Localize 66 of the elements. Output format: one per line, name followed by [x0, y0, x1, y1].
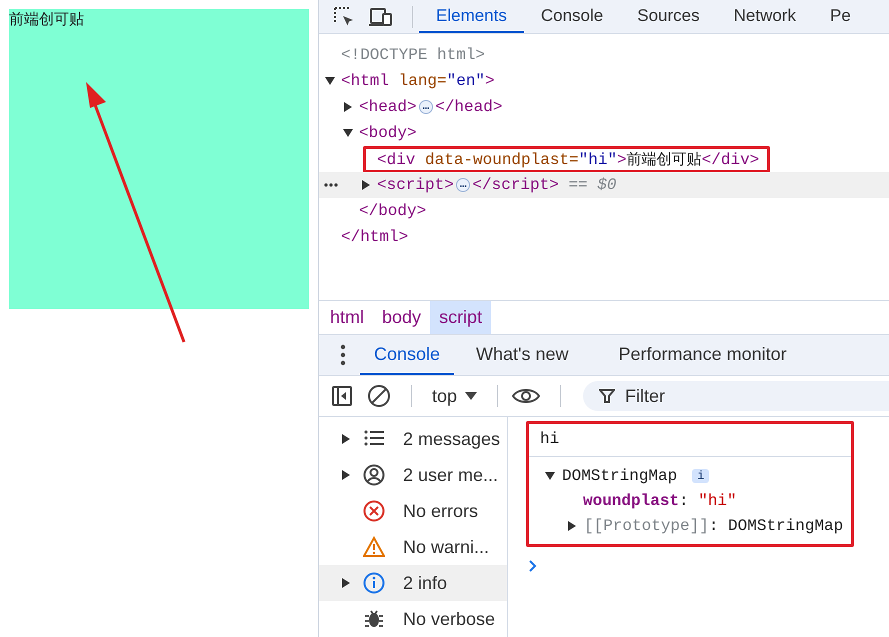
more-menu-icon[interactable]: [340, 344, 346, 366]
page-text: 前端创可贴: [9, 9, 84, 29]
sidebar-item[interactable]: 2 user me...: [319, 457, 507, 493]
more-dots-icon: [324, 183, 338, 187]
sidebar-label: No verbose: [403, 608, 496, 630]
devtools-tab[interactable]: Pe: [812, 0, 868, 33]
sidebar-item[interactable]: No verbose: [319, 601, 507, 637]
log-message: hi: [540, 430, 560, 448]
sidebar-item[interactable]: 2 messages: [319, 421, 507, 457]
code-text: </script> == $0: [472, 176, 616, 194]
info-icon: [363, 572, 385, 594]
error-icon: [363, 500, 385, 522]
ellipsis-button[interactable]: …: [418, 100, 434, 114]
code-text: <!DOCTYPE html>: [341, 46, 486, 64]
ellipsis-button[interactable]: …: [456, 178, 470, 192]
sidebar-label: 2 messages: [403, 428, 500, 450]
code-text: <div data-woundplast="hi">前端创可贴</div>: [377, 150, 760, 168]
filter-input[interactable]: Filter: [625, 386, 746, 406]
breadcrumb[interactable]: script: [430, 301, 492, 334]
breadcrumb[interactable]: body: [373, 301, 430, 334]
code-text: <head>: [359, 98, 417, 116]
user-icon: [363, 464, 385, 486]
sidebar-item[interactable]: 2 info: [319, 565, 507, 601]
eye-icon[interactable]: [512, 387, 540, 405]
collapsed-arrow-icon[interactable]: [341, 470, 351, 480]
warning-icon: [363, 536, 385, 558]
sidebar-item[interactable]: No errors: [319, 493, 507, 529]
expanded-arrow-icon[interactable]: [545, 470, 555, 480]
devtools-tab[interactable]: Console: [524, 0, 620, 33]
collapsed-arrow-icon[interactable]: [343, 102, 353, 112]
code-text: <html lang="en">: [341, 72, 495, 90]
sidebar-label: 2 user me...: [403, 464, 498, 486]
breadcrumb[interactable]: html: [321, 301, 374, 334]
filter-field[interactable]: Filter: [583, 381, 889, 411]
drawer-tab[interactable]: What's new: [462, 335, 583, 375]
caret-icon: [465, 392, 478, 400]
drawer-tab[interactable]: Performance monitor: [604, 335, 801, 375]
drawer-tab[interactable]: Console: [360, 335, 454, 375]
code-text: </html>: [341, 228, 408, 246]
sidebar-label: No errors: [403, 500, 478, 522]
info-badge[interactable]: i: [692, 468, 710, 482]
sidebar-label: 2 info: [403, 572, 448, 594]
object-property: [[Prototype]]: DOMStringMap: [584, 516, 844, 534]
code-text: <body>: [359, 124, 417, 142]
code-text: <script>: [377, 176, 454, 194]
bug-icon: [363, 608, 385, 630]
devtools-tab[interactable]: Network: [716, 0, 813, 33]
filter-icon: [599, 388, 616, 404]
collapsed-arrow-icon[interactable]: [567, 520, 577, 530]
sidebar-toggle-icon[interactable]: [331, 385, 353, 407]
expanded-arrow-icon[interactable]: [343, 128, 353, 138]
clear-icon[interactable]: [367, 384, 391, 408]
prompt-chevron-icon[interactable]: [528, 559, 538, 573]
expanded-arrow-icon[interactable]: [325, 76, 335, 86]
sidebar-item[interactable]: No warni...: [319, 529, 507, 565]
collapsed-arrow-icon[interactable]: [341, 578, 351, 588]
object-label: DOMStringMap: [562, 466, 678, 484]
devtools-tab[interactable]: Elements: [419, 0, 524, 33]
devtools-tab[interactable]: Sources: [620, 0, 717, 33]
code-text: </body>: [359, 202, 426, 220]
context-dropdown[interactable]: top: [426, 386, 484, 406]
code-text: </head>: [435, 98, 502, 116]
sidebar-label: No warni...: [403, 536, 490, 558]
collapsed-arrow-icon[interactable]: [361, 180, 371, 190]
collapsed-arrow-icon[interactable]: [341, 434, 351, 444]
object-property: woundplast: "hi": [583, 492, 737, 510]
